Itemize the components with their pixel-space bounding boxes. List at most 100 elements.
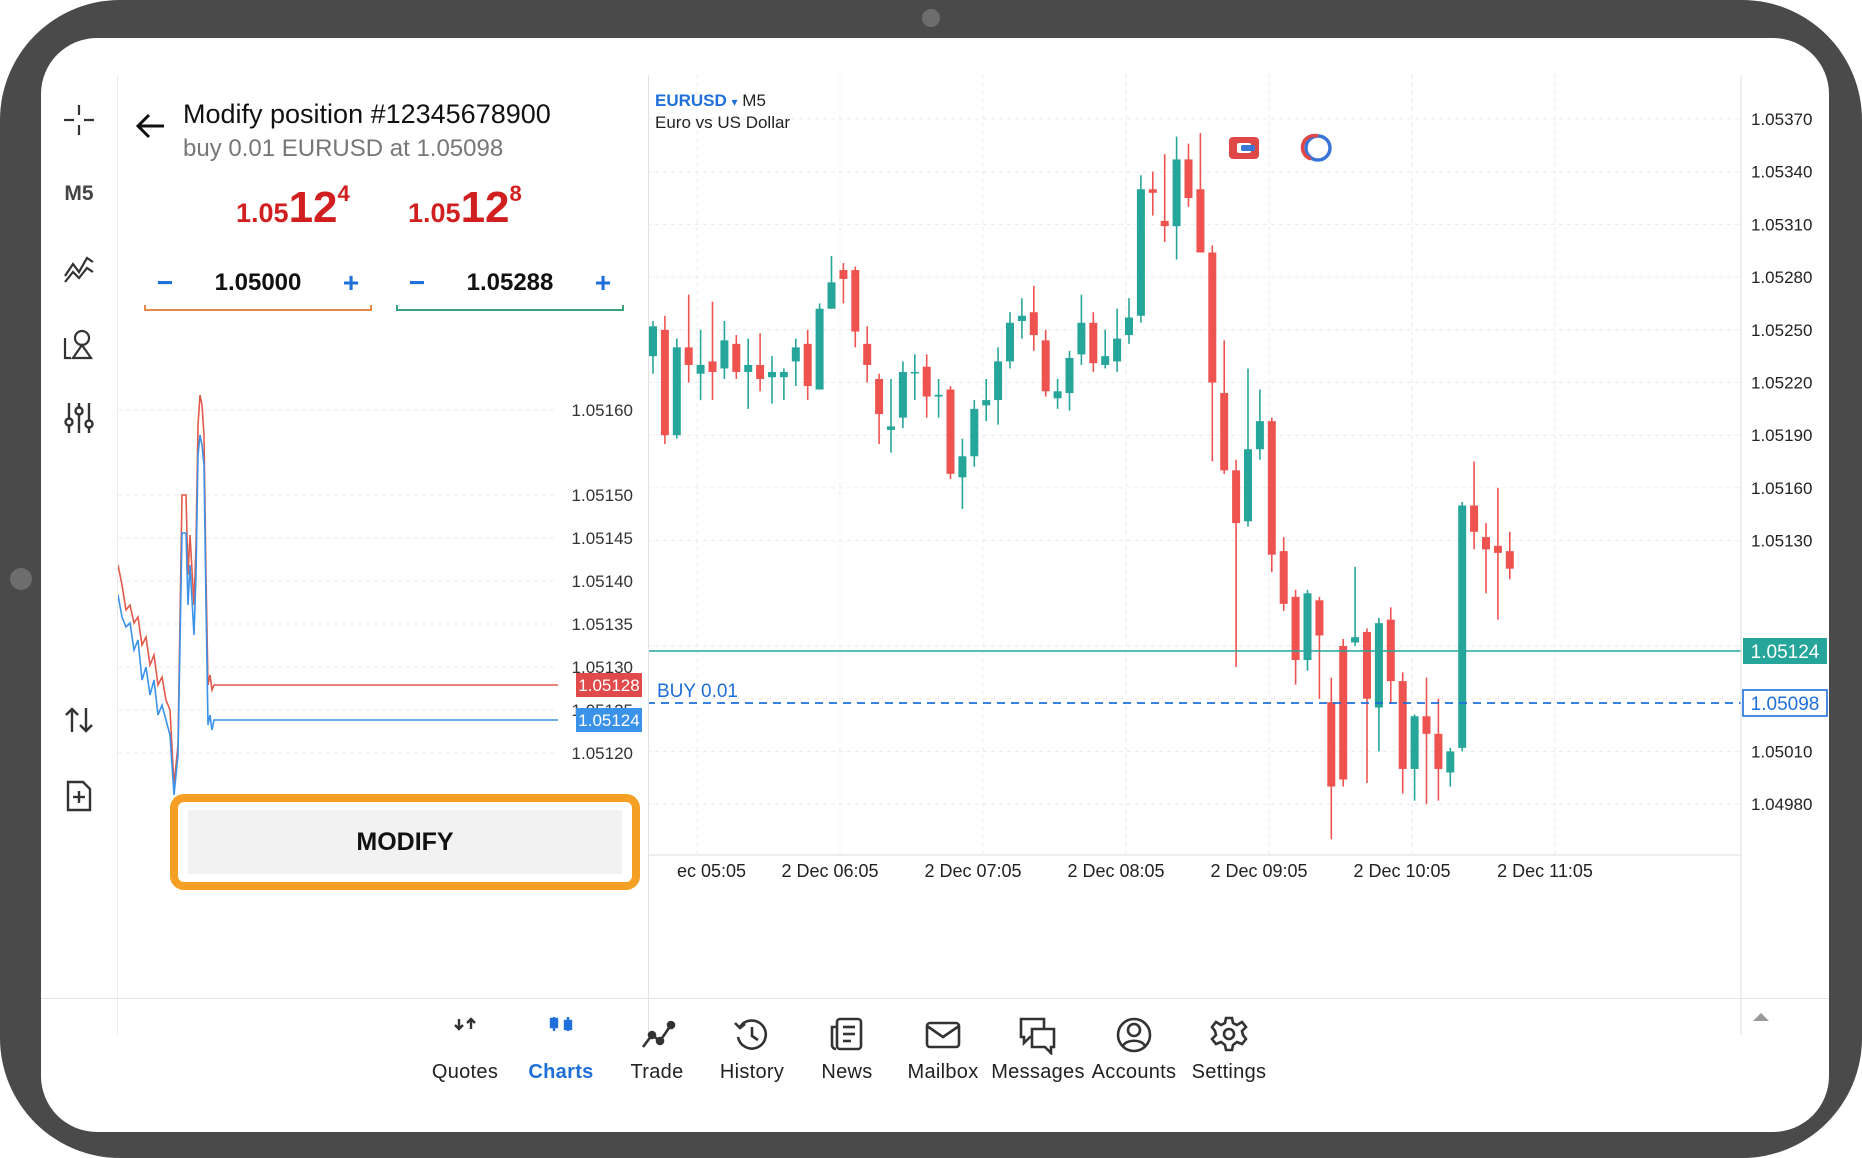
new-order-icon[interactable] (55, 772, 103, 820)
open-price-badge-text: 1.05098 (1751, 694, 1820, 715)
nav-settings[interactable]: Settings (1174, 1015, 1284, 1084)
nav-label: Accounts (1091, 1061, 1177, 1083)
candlestick-chart-svg: BUY 0.01 1.05370 1.05340 1.05310 1.05280 1.0… (647, 75, 1828, 1035)
tick-price-label: 1.05120 (572, 744, 633, 763)
position-summary: buy 0.01 EURUSD at 1.05098 (183, 135, 504, 162)
nav-news[interactable]: News (792, 1015, 902, 1084)
candle-body (756, 364, 765, 379)
nav-quotes[interactable]: Quotes (410, 1015, 520, 1084)
candle-body (875, 378, 884, 415)
candle-body (815, 308, 824, 390)
nav-charts[interactable]: Charts (506, 1015, 616, 1084)
ask-tick-line (118, 394, 558, 786)
candle-body (1089, 322, 1098, 364)
bid-price-badge-text: 1.05124 (578, 711, 639, 730)
home-sensor (10, 568, 32, 590)
symbol-dropdown-icon[interactable]: ▾ (732, 95, 738, 109)
crosshair-icon[interactable] (55, 96, 103, 144)
candle-body (1017, 315, 1026, 322)
tick-price-label: 1.05135 (572, 615, 633, 634)
nav-label: Trade (630, 1061, 684, 1083)
symbol-label[interactable]: EURUSD (655, 91, 727, 110)
nav-history[interactable]: History (697, 1015, 807, 1084)
candle-body (696, 364, 705, 374)
candle-body (1232, 470, 1241, 524)
y-axis-tick-label: 1.05220 (1751, 374, 1812, 393)
stop-loss-increase-button[interactable]: + (336, 261, 366, 305)
stop-loss-value[interactable]: 1.05000 (184, 261, 332, 305)
objects-icon[interactable] (55, 320, 103, 368)
nav-label: Mailbox (907, 1061, 979, 1083)
take-profit-increase-button[interactable]: + (588, 261, 618, 305)
tick-price-label: 1.05160 (572, 401, 633, 420)
modify-button[interactable]: MODIFY (188, 810, 622, 874)
nav-label: Charts (528, 1061, 594, 1083)
candle-body (922, 366, 931, 397)
timeframe-button[interactable]: M5 (55, 170, 103, 218)
candle-body (994, 361, 1003, 401)
candle-body (1220, 393, 1229, 471)
buy-position-label[interactable]: BUY 0.01 (657, 681, 738, 702)
candle-body (1470, 505, 1479, 532)
current-price-badge-text: 1.05124 (1751, 642, 1820, 663)
indicators-icon[interactable] (55, 244, 103, 292)
candle-body (982, 400, 991, 406)
nav-messages[interactable]: Messages (983, 1015, 1093, 1084)
x-axis-tick-label: 2 Dec 06:05 (781, 861, 878, 881)
messages-icon (1019, 1017, 1056, 1055)
charts-icon (549, 1017, 573, 1031)
candle-body (1077, 322, 1086, 355)
nav-accounts[interactable]: Accounts (1079, 1015, 1189, 1084)
main-chart[interactable]: BUY 0.01 1.05370 1.05340 1.05310 1.05280 1.0… (647, 75, 1829, 1035)
stop-loss-stepper[interactable]: − 1.05000 + (144, 261, 372, 311)
take-profit-stepper[interactable]: − 1.05288 + (396, 261, 624, 311)
candle-body (910, 371, 919, 374)
candle-body (744, 364, 753, 372)
stop-loss-decrease-button[interactable]: − (150, 261, 180, 305)
tick-price-label: 1.05140 (572, 572, 633, 591)
signal-badge-icon[interactable] (1229, 137, 1259, 159)
x-axis-tick-label: 2 Dec 08:05 (1067, 861, 1164, 881)
candle-body (1315, 600, 1324, 636)
timeframe-label: M5 (64, 182, 94, 205)
x-axis-tick-label: 2 Dec 10:05 (1353, 861, 1450, 881)
mailbox-icon (925, 1021, 961, 1049)
y-axis-tick-label: 1.05130 (1751, 532, 1812, 551)
candle-body (1458, 505, 1467, 748)
one-click-trading-icon[interactable] (55, 696, 103, 744)
chart-toolbar: M5 (41, 38, 117, 1132)
tick-price-label: 1.05150 (572, 486, 633, 505)
nav-mailbox[interactable]: Mailbox (888, 1015, 998, 1084)
bid-price: 1.05124 (236, 181, 350, 232)
y-axis-tick-label: 1.04980 (1751, 795, 1812, 814)
candle-body (1363, 631, 1371, 699)
y-axis-tick-label: 1.05340 (1751, 163, 1812, 182)
news-icon (830, 1017, 863, 1051)
back-arrow-icon[interactable] (134, 109, 168, 143)
bid-tick-line (118, 434, 558, 796)
calendar-event-icon[interactable] (1300, 133, 1332, 162)
candle-body (779, 371, 788, 378)
x-axis-tick-label: ec 05:05 (677, 861, 746, 881)
candle-body (1208, 252, 1217, 383)
candle-body (1410, 716, 1419, 769)
nav-label: History (719, 1061, 785, 1083)
candle-body (1505, 551, 1514, 569)
chart-settings-icon[interactable] (55, 394, 103, 442)
tick-price-label: 1.05145 (572, 529, 633, 548)
tick-chart: 1.05160 1.05150 1.05145 1.05140 1.05135 … (118, 394, 642, 796)
nav-trade[interactable]: Trade (602, 1015, 712, 1084)
take-profit-value[interactable]: 1.05288 (436, 261, 584, 305)
candle-body (1244, 449, 1252, 522)
candle-body (791, 347, 800, 362)
candle-body (1255, 421, 1264, 450)
candle-body (1006, 322, 1014, 362)
candle-body (649, 326, 657, 357)
bottom-navigation: Quotes Charts Trade History News Mailbox (41, 998, 1829, 1132)
screen: M5 BUY 0.01 1.05370 1.05340 1.05310 1.05… (41, 38, 1829, 1132)
take-profit-decrease-button[interactable]: − (402, 261, 432, 305)
y-axis-tick-label: 1.05160 (1751, 479, 1812, 498)
candle-body (1184, 159, 1193, 199)
candle-body (851, 270, 860, 332)
candle-body (1053, 391, 1062, 399)
